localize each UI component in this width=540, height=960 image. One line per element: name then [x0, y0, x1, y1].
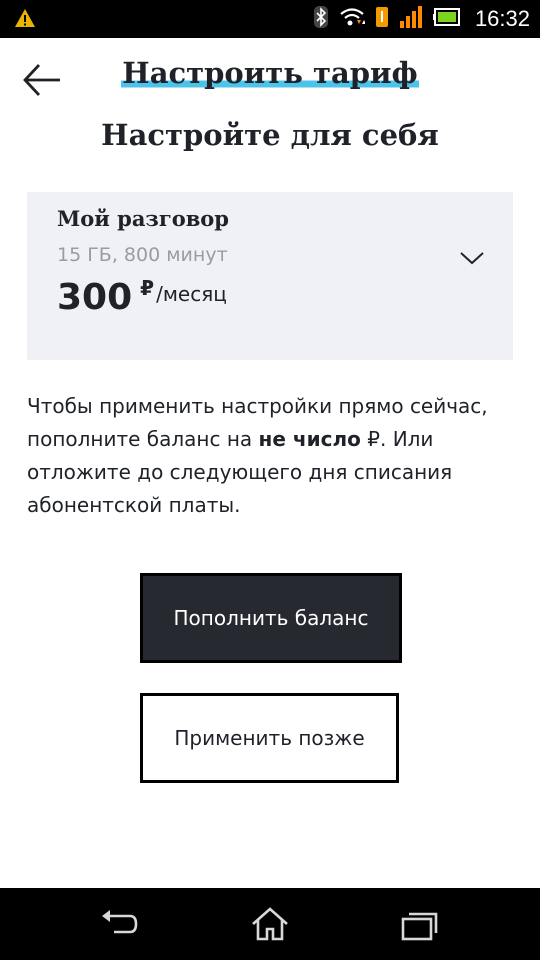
apply-later-button[interactable]: Применить позже	[140, 693, 399, 783]
navigation-bar	[0, 888, 540, 960]
tariff-name: Мой разговор	[57, 206, 229, 231]
home-icon	[252, 907, 288, 941]
wifi-icon	[339, 6, 366, 32]
status-icons: 16:32	[313, 0, 530, 38]
info-text-amount: не число	[258, 427, 361, 451]
info-text: Чтобы применить настройки прямо сейчас, …	[27, 390, 517, 522]
battery-icon	[432, 8, 461, 30]
notification-icon	[375, 6, 389, 32]
chevron-down-icon[interactable]	[459, 250, 485, 266]
bluetooth-icon	[313, 5, 329, 33]
page-title-text: Настроить тариф	[121, 56, 419, 90]
tariff-price: 300 ₽ /месяц	[57, 276, 227, 320]
price-period: /месяц	[156, 282, 227, 306]
tariff-card[interactable]: Мой разговор 15 ГБ, 800 минут 300 ₽ /мес…	[27, 192, 513, 360]
back-icon	[102, 910, 138, 934]
nav-home-button[interactable]	[250, 906, 290, 942]
recents-icon	[401, 912, 438, 941]
section-title: Настройте для себя	[101, 118, 439, 152]
price-currency: ₽	[140, 276, 155, 300]
tariff-details: 15 ГБ, 800 минут	[57, 244, 228, 266]
warning-icon	[14, 8, 36, 32]
signal-icon	[399, 5, 423, 33]
page-title: Настроить тариф	[0, 56, 540, 90]
nav-back-button[interactable]	[100, 906, 140, 942]
clock: 16:32	[474, 6, 530, 31]
status-bar: 16:32	[0, 0, 540, 38]
price-amount: 300	[57, 277, 133, 318]
topup-balance-button[interactable]: Пополнить баланс	[140, 573, 402, 663]
nav-recents-button[interactable]	[400, 906, 440, 942]
